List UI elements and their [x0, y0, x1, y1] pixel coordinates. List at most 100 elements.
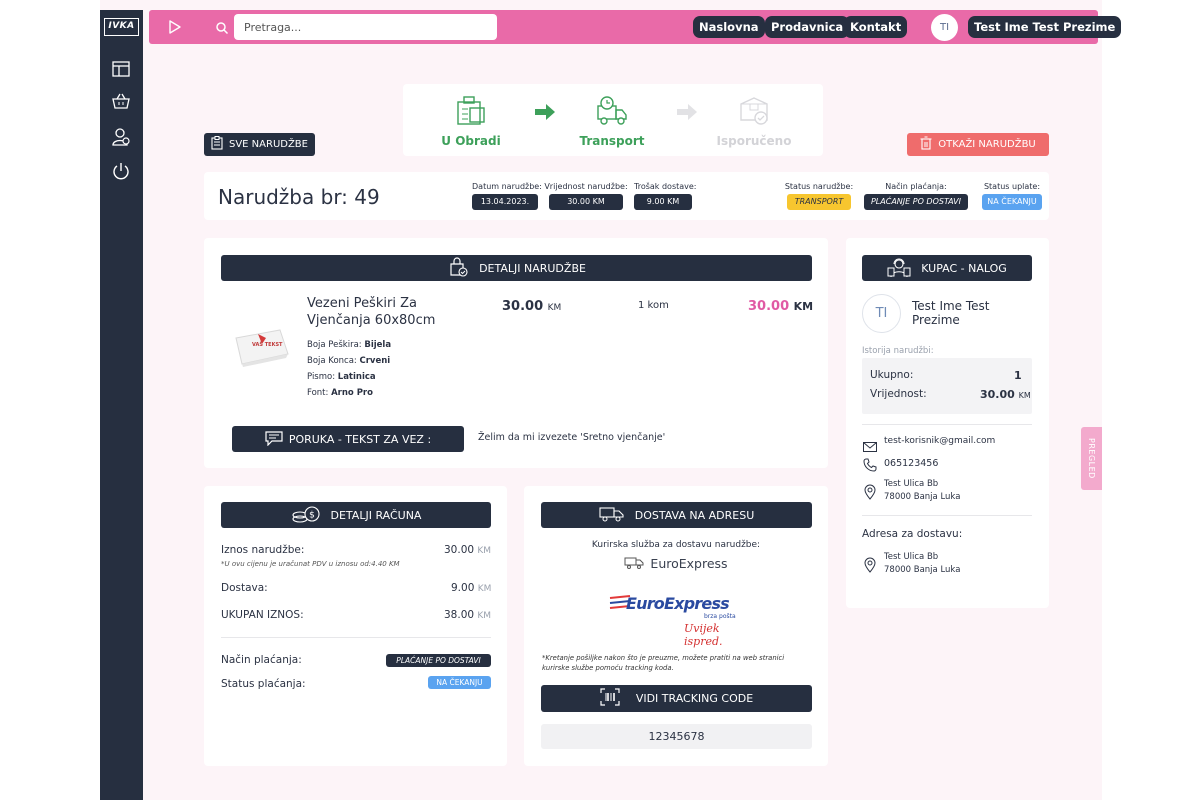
basket-icon[interactable]	[110, 90, 132, 112]
delivery-card: DOSTAVA NA ADRESU Kurirska služba za dos…	[524, 486, 828, 766]
sidebar: IVKA	[100, 10, 143, 800]
total-amount-label: UKUPAN IZNOS:	[221, 609, 304, 621]
view-tracking-label: VIDI TRACKING CODE	[635, 692, 754, 705]
history-total-label: Ukupno:	[870, 369, 914, 381]
divider	[221, 637, 491, 638]
customer-email[interactable]: test-korisnik@gmail.com	[884, 436, 995, 446]
euroexpress-logo: EuroExpress brza pošta Uvijek ispred.	[608, 588, 748, 648]
user-avatar[interactable]: TI	[931, 14, 958, 41]
customer-support-icon	[887, 256, 911, 281]
message-label-box: PORUKA - TEKST ZA VEZ :	[232, 426, 464, 452]
date-label: Datum narudžbe:	[472, 182, 542, 191]
product-quantity: 1 kom	[638, 300, 669, 311]
search-input[interactable]	[234, 14, 497, 40]
nav-prodavnica[interactable]: Prodavnica	[765, 16, 850, 38]
customer-name-line2: Prezime	[912, 313, 960, 327]
power-icon[interactable]	[110, 160, 132, 182]
cancel-order-button[interactable]: OTKAŽI NARUDŽBU	[907, 133, 1049, 156]
divider	[862, 424, 1032, 425]
payment-badge: PLAĆANJE PO DOSTAVI	[864, 194, 968, 210]
delivery-truck-icon	[595, 94, 629, 132]
customer-phone[interactable]: 065123456	[884, 458, 938, 469]
payment-method-label: Način plaćanja:	[221, 654, 302, 666]
product-image-caption: VAŠ TEKST	[252, 342, 283, 348]
chat-icon	[265, 430, 283, 449]
delivery-cost-label: Dostava:	[221, 582, 268, 594]
customer-card: KUPAC - NALOG TI Test Ime Test Prezime I…	[846, 238, 1049, 608]
truck-icon	[599, 506, 625, 525]
payment-method-badge: PLAĆANJE PO DOSTAVI	[386, 654, 491, 667]
customer-heading-text: KUPAC - NALOG	[921, 261, 1007, 275]
svg-text:$: $	[309, 510, 315, 520]
customer-heading: KUPAC - NALOG	[862, 255, 1032, 281]
search-icon	[215, 20, 229, 39]
history-value: 30.00 KM	[980, 388, 1031, 401]
attr-thread-color: Boja Konca: Crveni	[307, 356, 391, 366]
delivered-box-icon	[737, 94, 771, 132]
play-icon[interactable]	[167, 19, 183, 39]
message-label-text: PORUKA - TEKST ZA VEZ :	[288, 432, 432, 446]
phone-icon	[863, 457, 877, 476]
step-label: Transport	[579, 134, 645, 148]
product-image[interactable]: VAŠ TEKST	[228, 320, 294, 370]
location-pin-icon	[864, 484, 876, 504]
total-amount-value: 38.00 KM	[444, 609, 492, 621]
date-value: 13.04.2023.	[472, 194, 538, 210]
delivery-heading: DOSTAVA NA ADRESU	[541, 502, 812, 528]
logo-sub-text: brza pošta	[704, 613, 736, 620]
divider	[862, 515, 1032, 516]
layout-icon[interactable]	[110, 58, 132, 80]
history-value-label: Vrijednost:	[870, 388, 927, 400]
vat-note: *U ovu cijenu je uračunat PDV u iznosu o…	[221, 560, 400, 568]
tracking-note-line2: kurirske službe pomoću tracking koda.	[542, 664, 674, 672]
order-header-card: Narudžba br: 49 Datum narudžbe: 13.04.20…	[204, 172, 1049, 220]
users-icon[interactable]	[110, 126, 132, 148]
order-history-box: Ukupno: 1 Vrijednost: 30.00 KM	[862, 358, 1032, 414]
delivery-address-line1: Test Ulica Bb	[884, 552, 939, 562]
product-attributes: Boja Peškira: Bijela Boja Konca: Crveni …	[307, 337, 391, 401]
arrow-right-icon	[675, 102, 699, 126]
delivery-address-label: Adresa za dostavu:	[862, 528, 963, 540]
step-label: Isporučeno	[716, 134, 792, 148]
attr-towel-color: Boja Peškira: Bijela	[307, 340, 392, 350]
tracking-code: 12345678	[541, 724, 812, 749]
order-progress-stepper: U Obradi Transport Isporučeno	[403, 84, 823, 156]
nav-kontakt[interactable]: Kontakt	[844, 16, 908, 38]
shipping-label: Trošak dostave:	[634, 182, 697, 191]
product-name-line1[interactable]: Vezeni Peškiri Za	[307, 296, 417, 311]
nav-naslovna[interactable]: Naslovna	[693, 16, 765, 38]
courier-label: Kurirska služba za dostavu narudžbe:	[591, 540, 761, 550]
user-name-button[interactable]: Test Ime Test Prezime	[968, 16, 1122, 38]
preview-side-tab[interactable]: PREGLED	[1081, 427, 1102, 490]
customer-name-line1: Test Ime Test	[912, 299, 990, 313]
coins-icon: $	[291, 503, 321, 528]
attr-font: Font: Arno Pro	[307, 388, 373, 398]
shipping-value: 9.00 KM	[634, 194, 692, 210]
payment-label: Način plaćanja:	[885, 182, 947, 191]
order-details-card: DETALJI NARUDŽBE VAŠ TEKST Vezeni Peškir…	[204, 238, 828, 468]
order-details-heading: DETALJI NARUDŽBE	[221, 255, 812, 281]
product-price: 30.00 KM	[502, 299, 562, 314]
barcode-scan-icon	[600, 688, 620, 709]
order-value: 30.00 KM	[549, 194, 623, 210]
view-tracking-button[interactable]: VIDI TRACKING CODE	[541, 685, 812, 712]
embroidery-message: Želim da mi izvezete 'Sretno vjenčanje'	[478, 432, 666, 443]
all-orders-button[interactable]: SVE NARUDŽBE	[204, 133, 315, 156]
payment-status-badge: NA ČEKANJU	[428, 676, 491, 689]
clipboard-icon	[211, 136, 223, 153]
courier-name: EuroExpress	[524, 556, 828, 572]
brand-logo[interactable]: IVKA	[104, 18, 139, 36]
attr-script: Pismo: Latinica	[307, 372, 376, 382]
top-bar: Naslovna Prodavnica Kontakt TI Test Ime …	[149, 10, 1122, 44]
order-amount-value: 30.00 KM	[444, 544, 492, 556]
order-history-label: Istorija narudžbi:	[862, 346, 934, 356]
logo-main-text: EuroExpress	[626, 594, 730, 613]
cancel-order-label: OTKAŽI NARUDŽBU	[938, 139, 1036, 150]
step-label: U Obradi	[441, 134, 501, 148]
invoice-heading-text: DETALJI RAČUNA	[330, 508, 422, 522]
customer-avatar: TI	[862, 294, 901, 333]
product-name-line2[interactable]: Vjenčanja 60x80cm	[307, 313, 435, 328]
bag-check-icon	[447, 256, 469, 281]
processing-icon	[454, 94, 488, 132]
payment-status-label: Status plaćanja:	[221, 678, 306, 690]
